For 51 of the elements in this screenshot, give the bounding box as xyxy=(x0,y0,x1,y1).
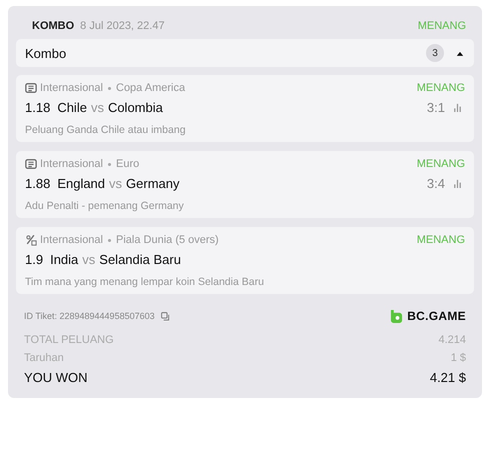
group-title: Kombo xyxy=(25,46,66,60)
status-label: MENANG xyxy=(416,234,465,246)
league-name: Copa America xyxy=(116,82,186,94)
group-header[interactable]: Kombo 3 xyxy=(16,39,474,67)
status-label: MENANG xyxy=(416,158,465,170)
score-value: 3:1 xyxy=(426,100,445,115)
stats-icon[interactable] xyxy=(453,179,462,188)
odds-value: 1.9 xyxy=(25,252,44,267)
league-name: Piala Dunia (5 overs) xyxy=(116,234,219,246)
odds-value: 1.18 xyxy=(25,100,50,115)
stats-icon[interactable] xyxy=(453,103,462,112)
summary-value: 1 $ xyxy=(450,352,466,364)
count-badge: 3 xyxy=(426,44,444,62)
ticket-id: ID Tiket: 2289489444958507603 xyxy=(24,311,155,321)
separator-dot-icon xyxy=(108,238,111,242)
separator-dot-icon xyxy=(108,162,111,166)
score-value: 3:4 xyxy=(426,176,445,191)
team-name: Colombia xyxy=(108,100,163,115)
copy-icon[interactable] xyxy=(160,312,170,320)
team-name: Germany xyxy=(126,176,180,191)
status-label: MENANG xyxy=(418,20,466,32)
brand-logo-icon xyxy=(390,310,404,322)
category-name: Internasional xyxy=(40,234,103,246)
cricket-icon xyxy=(25,234,37,246)
vs-label: vs xyxy=(109,176,122,191)
category-name: Internasional xyxy=(40,82,103,94)
team-name: Chile xyxy=(57,100,87,115)
summary-label: Taruhan xyxy=(24,352,64,364)
team-name: England xyxy=(57,176,106,191)
summary-label: TOTAL PELUANG xyxy=(24,334,114,346)
status-label: MENANG xyxy=(416,82,465,94)
league-icon xyxy=(25,158,37,170)
vs-label: vs xyxy=(82,252,96,267)
team-name: India xyxy=(50,252,78,267)
caret-icon[interactable] xyxy=(456,50,464,56)
separator-dot-icon xyxy=(108,86,111,90)
bet-type: KOMBO xyxy=(32,20,74,32)
league-icon xyxy=(25,82,37,94)
market-text: Tim mana yang menang lempar koin Selandia Baru xyxy=(25,276,265,288)
team-name: Selandia Baru xyxy=(99,252,181,267)
market-text: Peluang Ganda Chile atau imbang xyxy=(25,124,187,136)
summary-label: YOU WON xyxy=(24,370,88,385)
market-text: Adu Penalti - pemenang Germany xyxy=(25,200,185,212)
league-name: Euro xyxy=(116,158,140,170)
summary-value: 4.214 xyxy=(438,334,466,346)
brand-name: BC.GAME xyxy=(407,309,466,323)
bet-date: 8 Jul 2023, 22.47 xyxy=(80,20,165,32)
summary-value: 4.21 $ xyxy=(430,370,466,385)
vs-label: vs xyxy=(90,100,104,115)
category-name: Internasional xyxy=(40,158,103,170)
odds-value: 1.88 xyxy=(25,176,50,191)
